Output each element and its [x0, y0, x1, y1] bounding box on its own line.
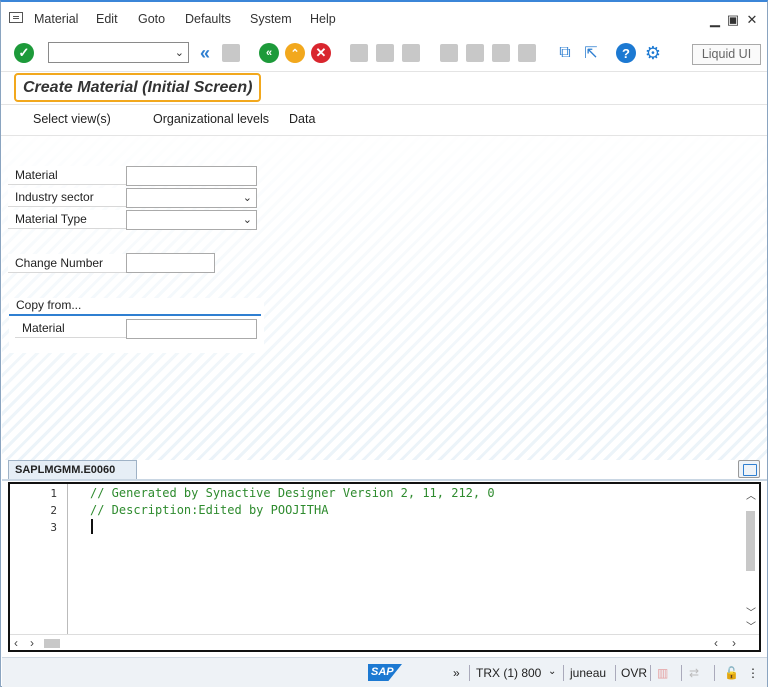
- scroll-left-icon[interactable]: ‹: [714, 636, 718, 650]
- check-icon: ✓: [14, 43, 34, 63]
- vertical-scroll-thumb[interactable]: [746, 511, 755, 571]
- material-type-select[interactable]: ⌄: [126, 210, 257, 230]
- minimize-icon[interactable]: ▁: [708, 12, 722, 28]
- chevron-down-icon[interactable]: ⌄: [548, 666, 556, 677]
- line-number: 3: [50, 521, 57, 534]
- help-icon: ?: [616, 43, 636, 63]
- back-button[interactable]: «: [258, 42, 280, 64]
- system-menu-icon[interactable]: [9, 12, 23, 23]
- line-number: 1: [50, 487, 57, 500]
- server-name: juneau: [570, 666, 607, 680]
- enter-button[interactable]: ✓: [13, 42, 35, 64]
- sap-logo: SAP: [368, 664, 402, 681]
- select-views-button[interactable]: Select view(s): [33, 112, 111, 126]
- command-field[interactable]: ⌄: [48, 42, 189, 63]
- menu-help[interactable]: Help: [310, 12, 336, 26]
- material-input[interactable]: [126, 166, 257, 186]
- vertical-scrollbar[interactable]: ︿ ﹀ ﹀: [745, 487, 756, 633]
- insert-mode: OVR: [621, 666, 648, 680]
- material-type-label: Material Type: [8, 210, 126, 229]
- close-window-icon[interactable]: ✕: [745, 12, 759, 28]
- line-number: 2: [50, 504, 57, 517]
- copy-from-title: Copy from...: [16, 298, 82, 312]
- horizontal-scroll-thumb[interactable]: [44, 639, 60, 648]
- menu-bar: Material Edit Goto Defaults System Help …: [1, 6, 767, 30]
- save-disabled-icon: [220, 42, 242, 64]
- create-session-icon[interactable]: ⧉: [554, 42, 576, 64]
- gear-icon[interactable]: ⚙: [642, 42, 664, 64]
- editor-tab[interactable]: SAPLMGMM.E0060: [8, 460, 137, 480]
- industry-sector-select[interactable]: ⌄: [126, 188, 257, 208]
- horizontal-scrollbar[interactable]: ‹ › ‹ ›: [10, 634, 759, 650]
- menu-goto[interactable]: Goto: [138, 12, 165, 26]
- lock-icon: 🔓: [724, 666, 739, 680]
- liquid-ui-button[interactable]: Liquid UI: [692, 44, 761, 65]
- next-page-icon: [490, 42, 512, 64]
- standard-toolbar: ✓ ⌄ « « ⌃ ✕ ⧉ ⇱ ? ⚙ Liquid UI: [1, 40, 767, 70]
- menu-defaults[interactable]: Defaults: [185, 12, 231, 26]
- chevron-down-icon: ⌄: [242, 192, 252, 204]
- chevron-down-icon: ⌄: [242, 214, 252, 226]
- script-editor[interactable]: 1 2 3 // Generated by Synactive Designer…: [8, 482, 761, 652]
- menu-system[interactable]: System: [250, 12, 292, 26]
- code-line[interactable]: // Generated by Synactive Designer Versi…: [90, 486, 495, 500]
- org-levels-button[interactable]: Organizational levels: [153, 112, 269, 126]
- menu-edit[interactable]: Edit: [96, 12, 118, 26]
- back-icon: «: [259, 43, 279, 63]
- find-icon: [374, 42, 396, 64]
- scroll-left-icon[interactable]: ‹: [14, 636, 18, 650]
- expand-status-icon[interactable]: »: [453, 666, 460, 680]
- first-page-icon: [438, 42, 460, 64]
- menu-material[interactable]: Material: [34, 12, 78, 26]
- save-script-icon[interactable]: [738, 460, 760, 478]
- scroll-up-icon[interactable]: ︿: [746, 487, 756, 502]
- exit-button[interactable]: ⌃: [284, 42, 306, 64]
- copy-material-input[interactable]: [126, 319, 257, 339]
- print-icon: [348, 42, 370, 64]
- data-button[interactable]: Data: [289, 112, 315, 126]
- line-number-gutter: 1 2 3: [30, 484, 68, 634]
- session-info[interactable]: TRX (1) 800: [476, 666, 541, 680]
- scroll-right-icon[interactable]: ›: [732, 636, 736, 650]
- industry-sector-label: Industry sector: [8, 188, 126, 207]
- last-page-icon: [516, 42, 538, 64]
- change-number-label: Change Number: [8, 254, 126, 273]
- double-chevron-left-icon[interactable]: «: [194, 42, 216, 64]
- chevron-down-icon: ⌄: [174, 47, 184, 59]
- status-menu-icon[interactable]: ⋮: [747, 666, 759, 680]
- scroll-down-icon[interactable]: ﹀: [746, 618, 756, 633]
- scroll-right-icon[interactable]: ›: [30, 636, 34, 650]
- code-line[interactable]: // Description:Edited by POOJITHA: [90, 503, 328, 517]
- page-title: Create Material (Initial Screen): [14, 73, 262, 102]
- find-next-icon: [400, 42, 422, 64]
- copy-material-label: Material: [15, 319, 126, 338]
- previous-page-icon: [464, 42, 486, 64]
- scroll-down-icon[interactable]: ﹀: [746, 604, 756, 619]
- cancel-button[interactable]: ✕: [310, 42, 332, 64]
- exit-icon: ⌃: [285, 43, 305, 63]
- change-number-input[interactable]: [126, 253, 215, 273]
- shortcut-icon[interactable]: ⇱: [580, 42, 602, 64]
- help-button[interactable]: ?: [615, 42, 637, 64]
- material-label: Material: [8, 166, 126, 185]
- connection-icon: ⇄: [689, 666, 700, 680]
- chart-icon: ▥: [657, 666, 669, 680]
- text-caret: [91, 519, 93, 534]
- cancel-icon: ✕: [311, 43, 331, 63]
- maximize-icon[interactable]: ▣: [726, 12, 740, 28]
- status-bar: SAP » TRX (1) 800 ⌄ juneau OVR ▥ ⇄ 🔓 ⋮: [2, 657, 767, 687]
- sap-gui-window: Material Edit Goto Defaults System Help …: [0, 0, 768, 687]
